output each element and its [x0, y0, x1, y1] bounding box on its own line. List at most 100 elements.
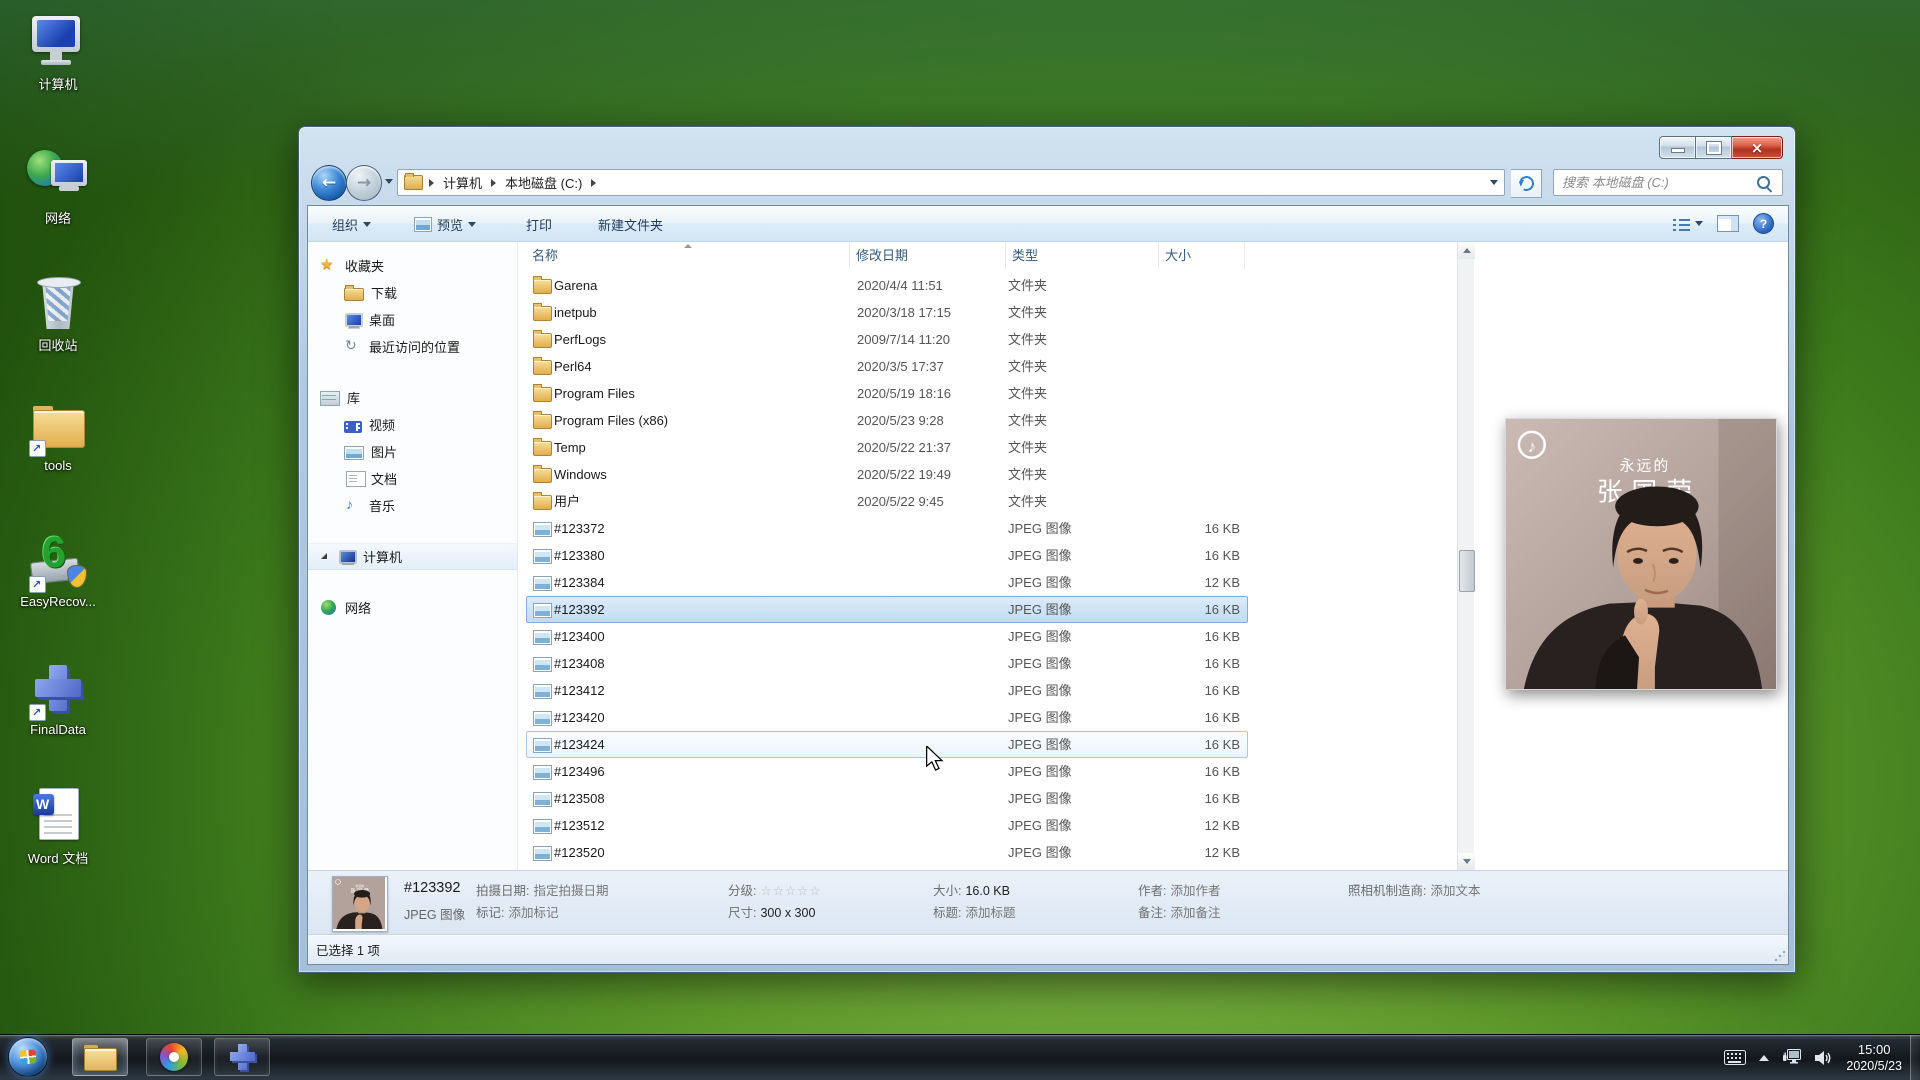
- preview-pane: ♪ 永远的 张国荣: [1475, 242, 1788, 870]
- Perl64[interactable]: Perl64 2020/3/5 17:37 文件夹: [526, 353, 1248, 380]
- nav-item-recent-places[interactable]: 最近访问的位置: [308, 333, 517, 360]
- maximize-button[interactable]: [1696, 136, 1732, 159]
- #123380[interactable]: #123380 JPEG 图像 16 KB: [526, 542, 1248, 569]
- forward-button[interactable]: →: [346, 165, 382, 201]
- #123520[interactable]: #123520 JPEG 图像 12 KB: [526, 839, 1248, 866]
- Temp[interactable]: Temp 2020/5/22 21:37 文件夹: [526, 434, 1248, 461]
- nav-item-network[interactable]: 网络: [308, 594, 517, 621]
- taskbar-explorer-button[interactable]: [72, 1038, 128, 1076]
- breadcrumb-separator-icon[interactable]: [429, 179, 434, 187]
- close-button[interactable]: ×: [1732, 136, 1783, 159]
- comment-value[interactable]: 添加备注: [1170, 906, 1220, 920]
- rating-stars[interactable]: ☆☆☆☆☆: [760, 884, 821, 898]
- inetpub[interactable]: inetpub 2020/3/18 17:15 文件夹: [526, 299, 1248, 326]
- scrollbar-thumb[interactable]: [1459, 550, 1475, 592]
- column-header-name[interactable]: 名称: [526, 242, 850, 269]
- new-folder-button[interactable]: 新建文件夹: [592, 213, 669, 235]
- breadcrumb-separator-icon[interactable]: [491, 179, 496, 187]
- #123512[interactable]: #123512 JPEG 图像 12 KB: [526, 812, 1248, 839]
- volume-icon[interactable]: [1815, 1050, 1833, 1066]
- scroll-up-button[interactable]: [1458, 242, 1475, 259]
- title-value[interactable]: 添加标题: [965, 906, 1015, 920]
- nav-item-music[interactable]: 音乐: [308, 492, 517, 519]
- location-icon[interactable]: [404, 175, 423, 190]
- nav-item-videos[interactable]: 视频: [308, 411, 517, 438]
- desktop-icon-computer[interactable]: 计算机: [6, 14, 110, 93]
- #123372[interactable]: #123372 JPEG 图像 16 KB: [526, 515, 1248, 542]
- desktop-icon-word-document[interactable]: Word 文档: [6, 788, 110, 867]
- organize-button[interactable]: 组织: [326, 213, 377, 235]
- desktop-icon-recycle-bin[interactable]: 回收站: [6, 275, 110, 354]
- file-type-icon: [533, 441, 552, 456]
- show-desktop-button[interactable]: [1910, 1035, 1920, 1080]
- show-hidden-icons-button[interactable]: [1759, 1055, 1769, 1061]
- #123412[interactable]: #123412 JPEG 图像 16 KB: [526, 677, 1248, 704]
- nav-item-desktop[interactable]: 桌面: [308, 306, 517, 333]
- nav-item-pictures[interactable]: 图片: [308, 438, 517, 465]
- scroll-down-button[interactable]: [1458, 853, 1475, 870]
- back-button[interactable]: ←: [311, 165, 347, 201]
- column-header-date-modified[interactable]: 修改日期: [850, 242, 1006, 269]
- PerfLogs[interactable]: PerfLogs 2009/7/14 11:20 文件夹: [526, 326, 1248, 353]
- network-status-icon[interactable]: [1782, 1049, 1802, 1066]
- preview-button[interactable]: 预览: [408, 213, 482, 235]
- change-view-button[interactable]: [1673, 217, 1703, 231]
- minimize-button[interactable]: [1659, 136, 1696, 159]
- #123408[interactable]: #123408 JPEG 图像 16 KB: [526, 650, 1248, 677]
- desktop-icon-network[interactable]: 网络: [6, 148, 110, 227]
- nav-item-libraries[interactable]: 库: [308, 384, 517, 411]
- address-bar[interactable]: 计算机 本地磁盘 (C:): [397, 169, 1505, 196]
- author-value[interactable]: 添加作者: [1170, 884, 1220, 898]
- tags-value[interactable]: 添加标记: [508, 906, 558, 920]
- desktop-icon-finaldata[interactable]: FinalData: [6, 662, 110, 737]
- resize-grip[interactable]: [1774, 950, 1786, 962]
- desktop-icon-easyrecovery[interactable]: EasyRecov...: [6, 534, 110, 609]
- print-button[interactable]: 打印: [520, 213, 558, 235]
- desktop-icon-label: 网络: [6, 208, 110, 227]
- vertical-scrollbar[interactable]: [1457, 242, 1474, 870]
- address-dropdown-icon[interactable]: [1490, 180, 1498, 185]
- refresh-button[interactable]: [1511, 169, 1542, 198]
- nav-item-favorites[interactable]: 收藏夹: [308, 252, 517, 279]
- breadcrumb-computer[interactable]: 计算机: [436, 170, 489, 195]
- #123424[interactable]: #123424 JPEG 图像 16 KB: [526, 731, 1248, 758]
- nav-item-computer[interactable]: 计算机: [308, 543, 517, 570]
- desktop-icon-tools[interactable]: tools: [6, 398, 110, 473]
- breadcrumb-drive-c[interactable]: 本地磁盘 (C:): [498, 170, 589, 195]
- dimensions-label: 尺寸:: [728, 906, 756, 920]
- file-date-cell: [857, 786, 1007, 811]
- Windows[interactable]: Windows 2020/5/22 19:49 文件夹: [526, 461, 1248, 488]
- print-label: 打印: [526, 215, 552, 234]
- search-input[interactable]: [1554, 175, 1757, 190]
- taskbar-clock[interactable]: 15:00 2020/5/23: [1846, 1042, 1912, 1074]
- #123508[interactable]: #123508 JPEG 图像 16 KB: [526, 785, 1248, 812]
- search-icon[interactable]: [1757, 176, 1770, 189]
- Program Files[interactable]: Program Files 2020/5/19 18:16 文件夹: [526, 380, 1248, 407]
- column-header-type[interactable]: 类型: [1006, 242, 1159, 269]
- taskbar-browser-button[interactable]: [146, 1038, 202, 1076]
- taskbar-finaldata-button[interactable]: [214, 1038, 270, 1076]
- Program Files (x86)[interactable]: Program Files (x86) 2020/5/23 9:28 文件夹: [526, 407, 1248, 434]
- column-header-size[interactable]: 大小: [1159, 242, 1245, 269]
- date-taken-value[interactable]: 指定拍摄日期: [533, 884, 608, 898]
- file-type-cell: 文件夹: [1008, 381, 1158, 406]
- 用户[interactable]: 用户 2020/5/22 9:45 文件夹: [526, 488, 1248, 515]
- nav-item-documents[interactable]: 文档: [308, 465, 517, 492]
- recent-pages-dropdown[interactable]: [385, 179, 393, 184]
- preview-pane-toggle[interactable]: [1717, 215, 1739, 232]
- keyboard-language-icon[interactable]: [1724, 1050, 1746, 1065]
- #123392[interactable]: #123392 JPEG 图像 16 KB: [526, 596, 1248, 623]
- start-button[interactable]: [4, 1038, 52, 1076]
- #123420[interactable]: #123420 JPEG 图像 16 KB: [526, 704, 1248, 731]
- #123496[interactable]: #123496 JPEG 图像 16 KB: [526, 758, 1248, 785]
- view-controls: [1673, 213, 1774, 234]
- #123384[interactable]: #123384 JPEG 图像 12 KB: [526, 569, 1248, 596]
- file-type-cell: 文件夹: [1008, 408, 1158, 433]
- picture-icon: [414, 217, 432, 232]
- breadcrumb-separator-icon[interactable]: [591, 179, 596, 187]
- Garena[interactable]: Garena 2020/4/4 11:51 文件夹: [526, 272, 1248, 299]
- nav-item-downloads[interactable]: 下载: [308, 279, 517, 306]
- help-button[interactable]: [1753, 213, 1774, 234]
- #123400[interactable]: #123400 JPEG 图像 16 KB: [526, 623, 1248, 650]
- camera-maker-value[interactable]: 添加文本: [1430, 884, 1480, 898]
